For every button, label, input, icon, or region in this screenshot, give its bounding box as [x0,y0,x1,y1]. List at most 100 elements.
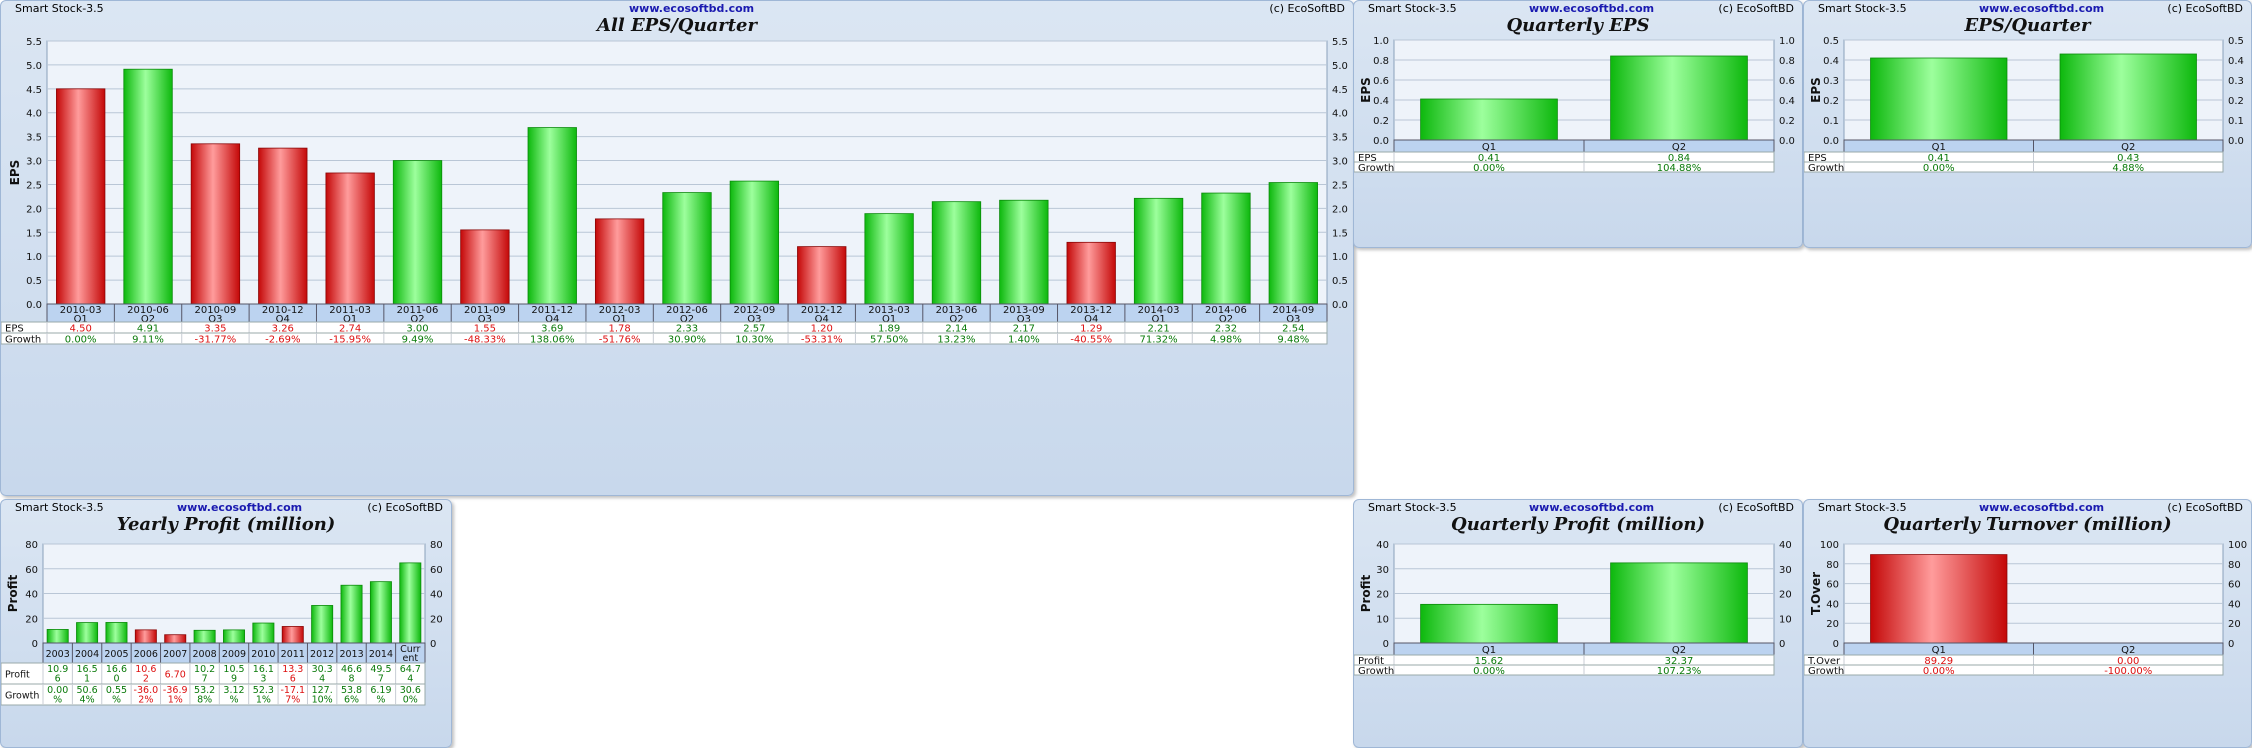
table-cell: 1.40% [1008,335,1040,346]
table-cell: 6 [55,674,61,685]
table-cell: 30.90% [668,335,706,346]
y-tick-label-left: 4.0 [26,109,42,120]
table-cell: 7 [378,674,384,685]
table-cell: -40.55% [1070,335,1112,346]
y-tick-label-left: 0 [1833,639,1839,650]
y-tick-label-left: 0.4 [1373,96,1389,107]
bar [1133,197,1184,305]
bar [1610,562,1748,644]
y-tick-label-right: 0 [2228,639,2234,650]
bar [311,605,334,644]
y-tick-label-left: 5.5 [26,37,42,48]
y-tick-label-right: 3.5 [1332,133,1348,144]
bar [325,172,375,305]
y-tick-label-left: 30 [1376,565,1389,576]
quarterly-eps-chart: 0.0 0.0 0.2 0.2 0.4 0.4 0.6 0.6 0.8 0.8 1.0 1.0 EPS Q… [1354,36,1795,174]
table-cell: 2% [138,695,153,706]
bar [369,581,392,644]
y-axis-label: Profit [1359,574,1373,612]
table-cell: -53.31% [801,335,843,346]
table-cell: 1% [256,695,271,706]
category-label: Q2 [2121,142,2135,153]
y-tick-label-right: 0.0 [2228,136,2244,147]
bar [460,229,510,305]
y-tick-label-left: 0.2 [1823,96,1839,107]
y-tick-label-left: 80 [1826,560,1839,571]
bar [2059,53,2197,141]
bar [1268,182,1318,305]
y-tick-label-left: 0.3 [1823,76,1839,87]
table-row [1,321,1328,334]
y-tick-label-left: 0.8 [1373,56,1389,67]
table-cell: 8% [197,695,212,706]
y-tick-label-right: 20 [2228,619,2241,630]
table-cell: 7 [202,674,208,685]
y-tick-label-left: 0.0 [1823,136,1839,147]
table-cell: 9.11% [132,335,164,346]
bar [527,127,577,305]
table-cell: % [112,695,121,706]
table-cell: 2 [143,674,149,685]
table-row [1804,151,2224,163]
category-label: 2010 [251,649,275,660]
category-label: 2006 [134,649,158,660]
y-axis-label: T.Over [1809,572,1823,615]
table-cell: 8 [349,674,355,685]
y-tick-label-right: 0.5 [2228,36,2244,47]
y-tick-label-left: 10 [1376,614,1389,625]
y-tick-label-right: 1.0 [1779,36,1795,47]
table-cell: % [376,695,385,706]
y-tick-label-right: 100 [2228,540,2247,551]
table-row [1354,664,1775,676]
table-cell: -100.00% [2104,666,2152,677]
y-tick-label-left: 20 [1826,619,1839,630]
y-tick-label-right: 60 [430,565,443,576]
y-tick-label-left: 40 [25,590,38,601]
y-tick-label-left: 3.5 [26,133,42,144]
category-label: 2004 [75,649,99,660]
bar [1870,57,2008,141]
bar [1066,241,1116,305]
table-cell: 0% [403,695,418,706]
category-label: Q1 [1482,142,1496,153]
y-tick-label-right: 2.0 [1332,204,1348,215]
table-cell: 57.50% [870,335,908,346]
quarterly-turnover-chart: 0 020 2040 4060 6080 80100 100T.OverQ1 Q2T.Over… [1804,540,2247,677]
y-tick-label-left: 0.6 [1373,76,1389,87]
bar [1201,192,1251,305]
row-label: Growth [1358,666,1394,677]
table-cell: 7% [285,695,300,706]
y-axis-label: Profit [6,574,20,612]
category-label: 2011 [281,649,305,660]
bar [223,629,245,644]
y-tick-label-left: 80 [25,540,38,551]
table-cell: 13.23% [937,335,975,346]
y-tick-label-right: 2.5 [1332,180,1348,191]
y-tick-label-right: 4.5 [1332,85,1348,96]
y-tick-label-right: 3.0 [1332,157,1348,168]
row-label: Growth [5,691,39,702]
bar [252,622,275,644]
table-cell: 1% [168,695,183,706]
bar [999,199,1049,305]
row-label: Growth [5,335,41,346]
row-label: Growth [1808,163,1844,174]
bar [1420,603,1558,644]
bar [399,562,422,644]
eps-quarter-chart: 0.0 0.0 0.1 0.1 0.2 0.2 0.3 0.3 0.4 0.4 0.5 0.5 EPS Q… [1804,36,2244,174]
category-label: 2008 [193,649,217,660]
table-cell: 0 [113,674,119,685]
table-cell: % [229,695,238,706]
y-tick-label-right: 0.4 [2228,56,2244,67]
table-cell: 9 [231,674,237,685]
bar [258,147,308,305]
table-cell: 6.70 [165,670,186,681]
y-tick-label-left: 5.0 [26,61,42,72]
table-row [1804,664,2224,676]
y-tick-label-left: 20 [1376,590,1389,601]
y-tick-label-left: 0.4 [1823,56,1839,67]
y-tick-label-right: 0.6 [1779,76,1795,87]
y-tick-label-left: 2.5 [26,180,42,191]
bar [46,629,69,644]
y-tick-label-left: 0.5 [26,276,42,287]
